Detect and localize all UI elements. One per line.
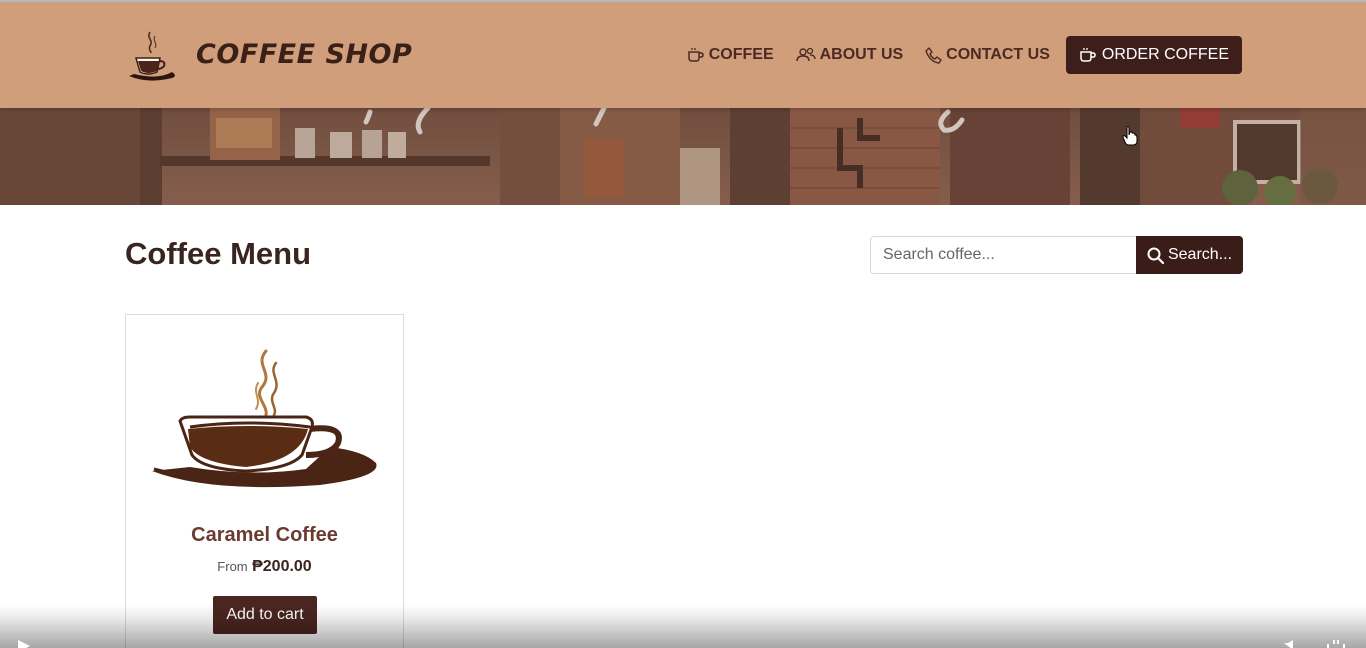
search-form: Search...: [870, 236, 1243, 274]
users-icon: [795, 47, 816, 62]
nav-item-about[interactable]: ABOUT US: [795, 46, 904, 64]
coffee-cup-image[interactable]: [150, 343, 382, 491]
order-coffee-button[interactable]: ORDER COFFEE: [1065, 36, 1242, 74]
product-name[interactable]: Caramel Coffee: [126, 524, 403, 547]
brand-name: COFFEE SHOP: [196, 38, 413, 70]
nav-item-contact[interactable]: CONTACT US: [925, 46, 1050, 64]
video-control-bar: [0, 604, 1366, 648]
nav-item-label: COFFEE: [708, 46, 774, 63]
coffee-cup-icon: [1080, 48, 1096, 62]
play-icon[interactable]: [16, 640, 30, 648]
volume-icon[interactable]: [1282, 640, 1302, 648]
nav-item-label: ABOUT US: [819, 46, 904, 63]
phone-icon: [925, 46, 942, 64]
price-value: ₱200.00: [252, 558, 312, 575]
price-prefix: From: [217, 559, 248, 574]
hero-banner: [0, 108, 1366, 205]
nav-item-coffee[interactable]: COFFEE: [687, 46, 774, 64]
pointer-cursor-icon: [1122, 126, 1138, 146]
brand[interactable]: COFFEE SHOP: [126, 28, 412, 86]
main-nav: COFFEE ABOUT US CONTACT US ORDER COFFEE: [665, 36, 1242, 74]
search-button-label: Search...: [1167, 246, 1233, 263]
page-title: Coffee Menu: [125, 236, 311, 271]
coffee-logo-icon: [129, 31, 175, 81]
site-header: COFFEE SHOP COFFEE ABOUT US CONTACT US O…: [0, 0, 1366, 108]
coffee-cup-icon: [687, 48, 704, 62]
product-card: Caramel Coffee From ₱200.00 Add to cart: [125, 314, 404, 648]
search-input[interactable]: [870, 236, 1136, 274]
fullscreen-icon[interactable]: [1326, 640, 1346, 648]
nav-item-label: CONTACT US: [946, 46, 1050, 63]
search-icon: [1147, 247, 1164, 264]
product-price: From ₱200.00: [126, 558, 403, 576]
order-coffee-label: ORDER COFFEE: [1101, 46, 1229, 63]
coffee-shop-storefront-image: [0, 108, 1366, 205]
search-button[interactable]: Search...: [1136, 236, 1243, 274]
